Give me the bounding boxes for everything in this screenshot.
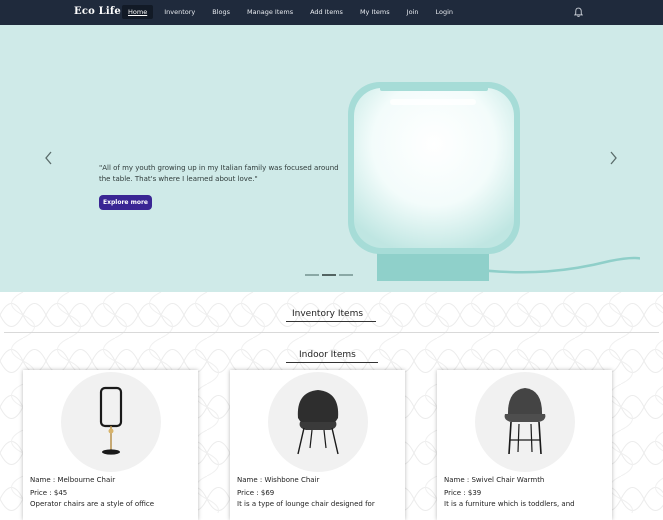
product-image-wishbone xyxy=(268,372,368,472)
product-image-swivel xyxy=(475,372,575,472)
nav-links: Home Inventory Blogs Manage Items Add It… xyxy=(122,5,464,19)
item-description: It is a furniture which is toddlers, and xyxy=(444,500,575,508)
chevron-left-icon[interactable] xyxy=(44,151,54,165)
nav-link-join[interactable]: Join xyxy=(401,5,425,19)
item-description: It is a type of lounge chair designed fo… xyxy=(237,500,375,508)
indoor-items-heading: Indoor Items xyxy=(299,350,356,360)
carousel-indicator-active[interactable] xyxy=(322,274,336,276)
carousel-indicator[interactable] xyxy=(339,274,353,276)
nav-link-blogs[interactable]: Blogs xyxy=(206,5,236,19)
product-card[interactable]: Name : Swivel Chair Warmth Price : $39 I… xyxy=(437,370,612,520)
nav-link-add-items[interactable]: Add Items xyxy=(304,5,349,19)
carousel-indicators xyxy=(305,274,356,276)
item-price: Price : $39 xyxy=(444,489,482,497)
item-name: Name : Melbourne Chair xyxy=(30,476,116,484)
nav-link-home[interactable]: Home xyxy=(122,5,154,19)
section-divider xyxy=(4,332,659,333)
product-image-melbourne xyxy=(61,372,161,472)
product-card[interactable]: Name : Wishbone Chair Price : $69 It is … xyxy=(230,370,405,520)
nav-link-my-items[interactable]: My Items xyxy=(354,5,396,19)
item-price: Price : $69 xyxy=(237,489,275,497)
navbar: Eco Life Home Inventory Blogs Manage Ite… xyxy=(0,0,663,25)
bell-icon[interactable] xyxy=(573,7,584,18)
item-name: Name : Swivel Chair Warmth xyxy=(444,476,545,484)
heading-underline xyxy=(286,321,376,322)
hero-quote: "All of my youth growing up in my Italia… xyxy=(99,164,339,183)
nav-link-manage-items[interactable]: Manage Items xyxy=(241,5,299,19)
nav-link-login[interactable]: Login xyxy=(429,5,459,19)
chevron-right-icon[interactable] xyxy=(608,151,618,165)
nav-link-inventory[interactable]: Inventory xyxy=(158,5,201,19)
heading-underline xyxy=(286,362,378,363)
carousel-indicator[interactable] xyxy=(305,274,319,276)
item-description: Operator chairs are a style of office xyxy=(30,500,155,508)
hero-carousel: "All of my youth growing up in my Italia… xyxy=(0,25,663,292)
brand-logo[interactable]: Eco Life xyxy=(74,6,121,17)
product-card[interactable]: Name : Melbourne Chair Price : $45 Opera… xyxy=(23,370,198,520)
inventory-items-heading: Inventory Items xyxy=(292,309,364,319)
explore-more-button[interactable]: Explore more xyxy=(99,195,152,210)
item-name: Name : Wishbone Chair xyxy=(237,476,320,484)
item-price: Price : $45 xyxy=(30,489,68,497)
lamp-product-image xyxy=(348,82,640,281)
